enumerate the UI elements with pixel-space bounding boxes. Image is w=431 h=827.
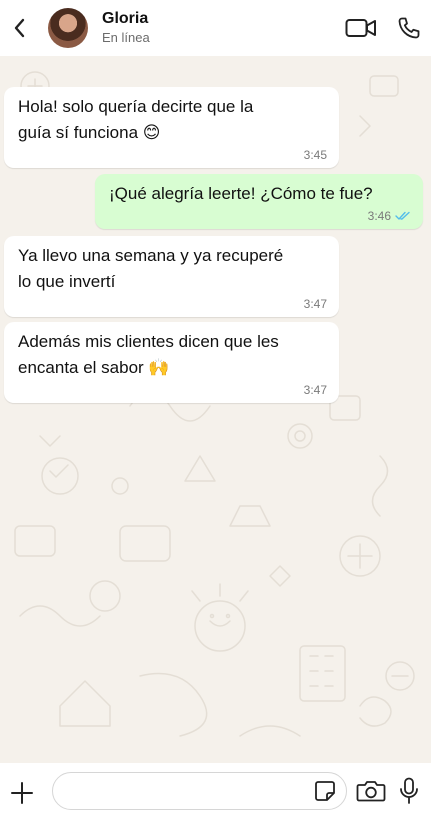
message-input[interactable] (67, 773, 307, 809)
back-button[interactable] (0, 0, 40, 56)
message-time: 3:47 (303, 383, 327, 397)
chat-area[interactable]: Hola! solo quería decirte que la guía sí… (0, 56, 431, 763)
message-input-wrapper (52, 772, 347, 810)
contact-status: En línea (102, 30, 150, 45)
message-bubble-incoming[interactable]: Hola! solo quería decirte que la guía sí… (4, 87, 339, 168)
message-time: 3:47 (303, 297, 327, 311)
sticker-button[interactable] (314, 780, 336, 802)
message-composer (0, 763, 431, 827)
contact-info[interactable]: Gloria En línea (102, 9, 150, 47)
phone-icon (398, 17, 420, 39)
message-text: ¡Qué alegría leerte! ¿Cómo te fue? (109, 184, 373, 203)
voice-note-button[interactable] (398, 777, 420, 810)
message-time: 3:45 (303, 148, 327, 162)
message-bubble-incoming[interactable]: Ya llevo una semana y ya recuperé lo que… (4, 236, 339, 317)
message-text: Además mis clientes dicen que les encant… (18, 332, 279, 377)
message-text: Ya llevo una semana y ya recuperé lo que… (18, 246, 284, 291)
video-call-button[interactable] (345, 17, 377, 39)
message-bubble-incoming[interactable]: Además mis clientes dicen que les encant… (4, 322, 339, 403)
camera-button[interactable] (356, 779, 386, 808)
message-time: 3:46 (367, 209, 391, 223)
contact-name: Gloria (102, 10, 149, 27)
message-text: Hola! solo quería decirte que la guía sí… (18, 97, 254, 142)
avatar[interactable] (48, 8, 88, 48)
sticker-icon (315, 781, 335, 801)
video-call-icon (345, 19, 376, 37)
message-bubble-outgoing[interactable]: ¡Qué alegría leerte! ¿Cómo te fue? 3:46 (95, 174, 423, 229)
chat-header: Gloria En línea (0, 0, 431, 56)
voice-call-button[interactable] (397, 16, 421, 40)
camera-icon (356, 781, 386, 802)
microphone-icon (400, 777, 418, 804)
back-arrow-icon (14, 18, 25, 38)
attach-button[interactable] (8, 779, 36, 807)
plus-icon (11, 782, 33, 804)
read-receipt-icon (395, 211, 410, 220)
